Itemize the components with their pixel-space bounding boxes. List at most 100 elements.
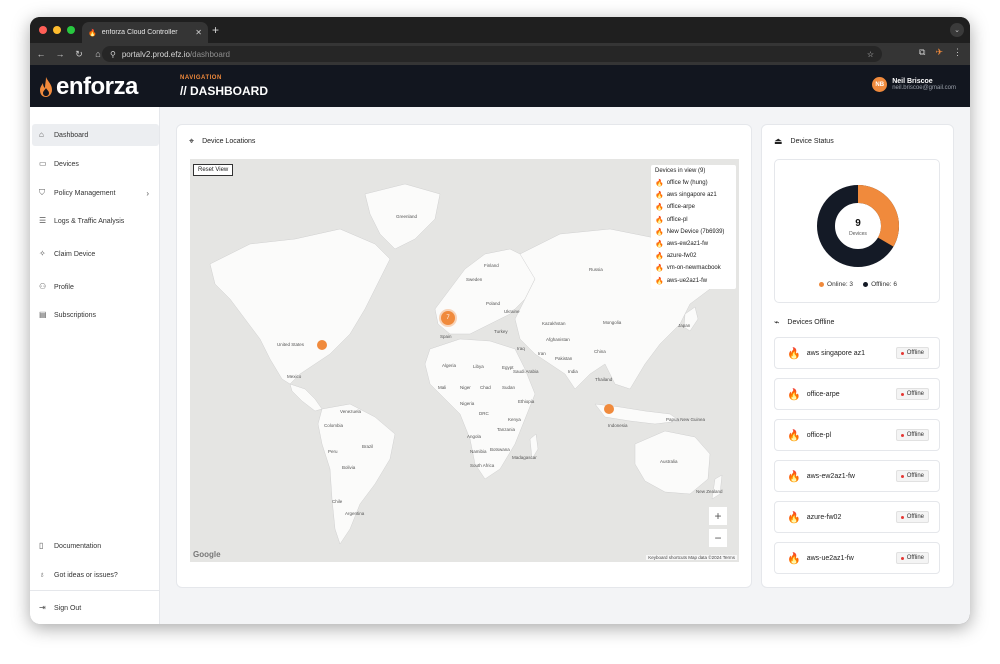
device-in-view-item[interactable]: 🔥 azure-fw02: [655, 250, 732, 262]
new-tab-button[interactable]: +: [212, 23, 219, 37]
device-in-view-item[interactable]: 🔥 office-arpe: [655, 201, 732, 213]
sidebar-item-label: Subscriptions: [54, 311, 97, 319]
device-in-view-item[interactable]: 🔥 aws-ue2az1-fw: [655, 275, 732, 287]
back-icon[interactable]: ←: [33, 49, 49, 59]
sidebar-item-label: Got ideas or issues?: [54, 571, 118, 579]
reset-view-button[interactable]: Reset View: [193, 164, 234, 176]
status-donut-chart: 9 Devices: [817, 185, 899, 267]
flame-icon: 🔥: [655, 216, 664, 224]
map-label: Iran: [538, 351, 546, 356]
sidebar-item-logs[interactable]: ☰ Logs & Traffic Analysis: [32, 210, 159, 232]
enforza-logo[interactable]: enforza: [38, 73, 138, 101]
zoom-out-button[interactable]: −: [709, 529, 727, 547]
extensions-icon[interactable]: ⧉: [919, 47, 925, 58]
main-content: ⌂ Dashboard ▭ Devices ⛉ Policy Managemen…: [30, 107, 970, 624]
map-attribution[interactable]: Keyboard shortcuts Map data ©2024 Terms: [646, 555, 737, 560]
map-label: New Zealand: [696, 489, 723, 494]
shield-icon: ⛉: [39, 188, 45, 197]
sidebar-item-sign-out[interactable]: ⇥ Sign Out: [32, 597, 159, 619]
device-in-view-item[interactable]: 🔥 office fw (hung): [655, 177, 732, 189]
user-menu[interactable]: NB Neil Briscoe neil.briscoe@gmail.com: [872, 77, 956, 92]
flame-icon: 🔥: [787, 511, 801, 524]
menu-kebab-icon[interactable]: ⋮: [953, 47, 962, 58]
status-badge-label: Offline: [906, 514, 924, 520]
sidebar-item-dashboard[interactable]: ⌂ Dashboard: [32, 124, 159, 146]
window-controls: [39, 26, 75, 34]
device-in-view-item[interactable]: 🔥 aws-ew2az1-fw: [655, 238, 732, 250]
online-dot-icon: [819, 281, 825, 287]
sidebar-item-feedback[interactable]: ♁ Got ideas or issues?: [32, 564, 159, 586]
flame-logo-icon: [40, 77, 52, 97]
device-marker-singapore[interactable]: [604, 404, 614, 414]
status-badge-label: Offline: [906, 432, 924, 438]
map-label: Chad: [480, 385, 491, 390]
map-label: Spain: [440, 334, 452, 339]
sidebar-item-policy-management[interactable]: ⛉ Policy Management ›: [32, 182, 159, 204]
status-badge-label: Offline: [906, 391, 924, 397]
status-badge: Offline: [895, 429, 929, 441]
bookmark-star-icon[interactable]: ☆: [867, 50, 874, 59]
status-badge: Offline: [895, 511, 929, 523]
device-in-view-item[interactable]: 🔥 office-pl: [655, 214, 732, 226]
world-map[interactable]: Greenland Finland Sweden Russia Kazakhst…: [190, 159, 739, 562]
forward-icon[interactable]: →: [52, 49, 68, 59]
reload-icon[interactable]: ↻: [71, 49, 87, 60]
map-label: Thailand: [595, 377, 613, 382]
browser-toolbar: ⧉ ✈ ⋮: [919, 47, 962, 58]
tab-close-icon[interactable]: ✕: [195, 28, 202, 37]
user-name: Neil Briscoe: [892, 78, 933, 85]
tab-bar: 🔥 enforza Cloud Controller ✕ + ⌄: [30, 17, 970, 43]
offline-device-name: aws singapore az1: [806, 349, 866, 357]
map-label: Afghanistan: [546, 337, 570, 342]
avatar[interactable]: NB: [872, 77, 888, 92]
sidebar-item-label: Devices: [54, 160, 79, 168]
map-label: Libya: [473, 364, 484, 369]
wifi-off-icon: ⌁: [774, 317, 780, 327]
card-title: ⌖ Device Locations: [189, 136, 255, 147]
device-cluster-europe[interactable]: 7: [441, 311, 455, 325]
close-window-button[interactable]: [39, 26, 47, 34]
sidebar-item-profile[interactable]: ⚇ Profile: [32, 276, 159, 298]
url-input[interactable]: ⚲ portalv2.prod.efz.io/dashboard ☆: [102, 46, 882, 62]
sidebar-item-documentation[interactable]: ▯ Documentation: [32, 535, 159, 557]
browser-tab[interactable]: 🔥 enforza Cloud Controller ✕: [82, 22, 208, 43]
map-label: DRC: [479, 411, 489, 416]
offline-dot-icon: [900, 351, 904, 355]
offline-device-item[interactable]: 🔥 office-arpe Offline: [774, 378, 940, 410]
minimize-window-button[interactable]: [53, 26, 61, 34]
offline-device-item[interactable]: 🔥 azure-fw02 Offline: [774, 501, 940, 533]
profile-extension-icon[interactable]: ✈: [935, 47, 943, 58]
device-marker-us[interactable]: [317, 340, 327, 350]
sidebar-item-label: Claim Device: [54, 250, 96, 258]
site-info-icon[interactable]: ⚲: [110, 50, 116, 59]
offline-device-item[interactable]: 🔥 aws-ew2az1-fw Offline: [774, 460, 940, 492]
sidebar-item-label: Documentation: [54, 542, 102, 550]
status-badge: Offline: [895, 470, 929, 482]
sidebar-item-devices[interactable]: ▭ Devices: [32, 153, 159, 175]
device-in-view-item[interactable]: 🔥 vm-on-newmacbook: [655, 262, 732, 274]
device-in-view-label: vm-on-newmacbook: [666, 265, 721, 272]
zoom-in-button[interactable]: +: [709, 507, 727, 525]
logout-icon: ⇥: [39, 603, 46, 612]
offline-device-item[interactable]: 🔥 office-pl Offline: [774, 419, 940, 451]
offline-device-item[interactable]: 🔥 aws-ue2az1-fw Offline: [774, 542, 940, 574]
flame-favicon-icon: 🔥: [88, 29, 97, 37]
flame-icon: 🔥: [787, 552, 801, 565]
sidebar-item-label: Dashboard: [54, 131, 89, 139]
map-label: Peru: [328, 449, 338, 454]
offline-device-item[interactable]: 🔥 aws singapore az1 Offline: [774, 337, 940, 369]
map-label: Greenland: [396, 214, 418, 219]
map-label: United States: [277, 342, 305, 347]
nav-label: NAVIGATION: [180, 75, 222, 81]
device-in-view-item[interactable]: 🔥 aws singapore az1: [655, 189, 732, 201]
sidebar-item-subscriptions[interactable]: ▤ Subscriptions: [32, 304, 159, 326]
maximize-window-button[interactable]: [67, 26, 75, 34]
offline-device-name: aws-ew2az1-fw: [806, 472, 855, 480]
card-icon: ▤: [39, 310, 47, 319]
sidebar-item-claim-device[interactable]: ✧ Claim Device: [32, 243, 159, 265]
url-text: portalv2.prod.efz.io/dashboard: [121, 49, 230, 59]
map-label: Kazakhstan: [542, 321, 566, 326]
tab-search-icon[interactable]: ⌄: [950, 23, 964, 37]
device-in-view-item[interactable]: 🔥 New Device (7b6939): [655, 226, 732, 238]
offline-dot-icon: [900, 433, 904, 437]
